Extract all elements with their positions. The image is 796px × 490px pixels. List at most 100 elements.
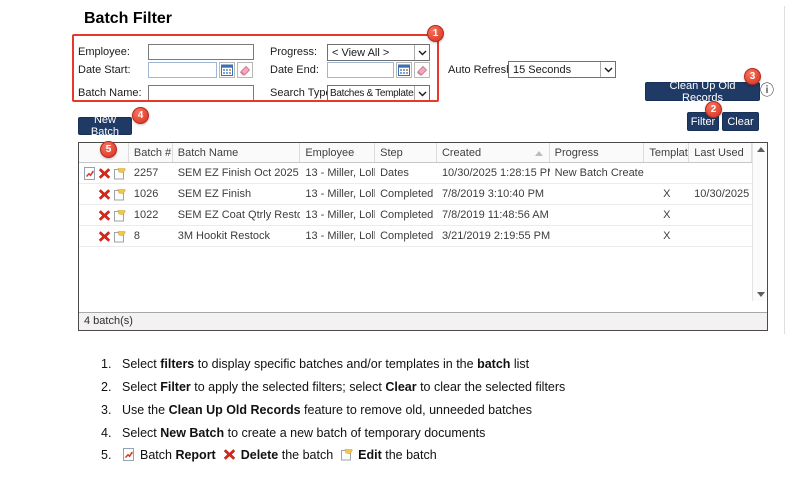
batch-table: Batch #Batch NameEmployeeStepCreatedProg… [78,142,768,331]
column-header-batch-name[interactable]: Batch Name [173,143,301,162]
instruction-plain-text: to apply the selected filters; select [191,380,386,394]
cell-actions [79,188,129,201]
table-row[interactable]: 1022SEM EZ Coat Qtrly Restock13 - Miller… [79,205,752,226]
date-start-input[interactable] [148,62,217,78]
auto-refresh-label: Auto Refresh: [448,64,515,76]
instruction-plain-text: feature to remove old, unneeded batches [301,403,532,417]
cell-batch-number: 8 [129,230,173,242]
cell-actions [79,167,129,180]
cell-step: Completed [375,188,437,200]
cell-batch-number: 1026 [129,188,173,200]
scroll-down-icon[interactable] [757,292,765,297]
chevron-down-icon[interactable] [414,45,429,60]
table-header-row: Batch #Batch NameEmployeeStepCreatedProg… [79,143,752,163]
callout-2: 2 [705,101,722,118]
date-end-input[interactable] [327,62,394,78]
instruction-item-5: 5. Batch ReportDelete the batchEdit the b… [101,448,437,462]
instruction-plain-text: list [510,357,529,371]
date-end-calendar-icon[interactable] [396,62,412,78]
instruction-plain-text: to create a new batch of temporary docum… [224,426,485,440]
chevron-down-icon[interactable] [600,62,615,77]
edit-batch-icon[interactable] [113,209,126,222]
progress-select[interactable]: < View All > [327,44,430,61]
clean-up-old-records-button[interactable]: Clean Up Old Records [645,82,760,101]
column-header-created[interactable]: Created [437,143,550,162]
instruction-plain-text: Select [122,380,160,394]
progress-selected-value: < View All > [328,47,414,59]
batch-name-input[interactable] [148,85,254,101]
instruction-bold-text: Report [175,448,215,462]
instruction-number: 1. [101,357,116,371]
instruction-item-4: 4.Select New Batch to create a new batch… [101,426,485,440]
delete-batch-icon[interactable] [98,209,111,222]
date-start-eraser-icon[interactable] [237,62,253,78]
edit-batch-icon[interactable] [113,167,126,180]
column-header-employee[interactable]: Employee [300,143,375,162]
instruction-number: 5. [101,448,116,462]
employee-label: Employee: [78,46,130,58]
instruction-item-1: 1.Select filters to display specific bat… [101,357,529,371]
instruction-number: 2. [101,380,116,394]
auto-refresh-selected-value: 15 Seconds [509,64,600,76]
instruction-bold-text: Filter [160,380,191,394]
column-header-last-used[interactable]: Last Used [689,143,752,162]
vertical-scrollbar[interactable] [752,143,767,301]
instruction-plain-text: Select [122,357,160,371]
delete-batch-icon[interactable] [98,188,111,201]
chevron-down-icon[interactable] [414,86,429,101]
search-type-selected-value: Batches & Templates [328,88,414,99]
callout-4: 4 [132,107,149,124]
clear-button[interactable]: Clear [722,112,759,131]
instruction-text: Batch ReportDelete the batchEdit the bat… [122,448,437,462]
date-end-label: Date End: [270,64,319,76]
column-header-step[interactable]: Step [375,143,437,162]
cell-last-used: 10/30/2025 [689,188,752,200]
sort-ascending-icon [535,151,543,156]
table-row[interactable]: 1026SEM EZ Finish13 - Miller, LollieComp… [79,184,752,205]
progress-label: Progress: [270,46,317,58]
column-header-batch-number[interactable]: Batch # [129,143,173,162]
info-icon[interactable]: ⓘ [760,83,774,97]
report-icon-placeholder [83,209,96,222]
cell-created: 10/30/2025 1:28:15 PM [437,167,550,179]
delete-batch-icon[interactable] [98,167,111,180]
table-row[interactable]: 83M Hookit Restock13 - Miller, LollieCom… [79,226,752,247]
cell-batch-number: 2257 [129,167,173,179]
employee-input[interactable] [148,44,254,60]
search-type-select[interactable]: Batches & Templates [327,85,430,102]
instruction-bold-text: filters [160,357,194,371]
instruction-item-3: 3.Use the Clean Up Old Records feature t… [101,403,532,417]
instruction-plain-text: to clear the selected filters [417,380,566,394]
auto-refresh-select[interactable]: 15 Seconds [508,61,616,78]
page-title: Batch Filter [84,10,172,28]
instruction-number: 3. [101,403,116,417]
report-icon [122,448,136,462]
column-header-progress[interactable]: Progress [550,143,645,162]
new-batch-button[interactable]: New Batch [78,117,132,135]
instruction-plain-text: Batch [140,448,175,462]
delete-batch-icon[interactable] [98,230,111,243]
date-start-calendar-icon[interactable] [219,62,235,78]
scroll-up-icon[interactable] [757,147,765,152]
cell-actions [79,209,129,222]
table-row[interactable]: 2257SEM EZ Finish Oct 202513 - Miller, L… [79,163,752,184]
table-body: 2257SEM EZ Finish Oct 202513 - Miller, L… [79,163,752,312]
cell-actions [79,230,129,243]
edit-icon [340,448,354,462]
date-end-eraser-icon[interactable] [414,62,430,78]
cell-employee: 13 - Miller, Lollie [300,188,375,200]
callout-1: 1 [427,25,444,42]
batch-report-icon[interactable] [83,167,96,180]
edit-batch-icon[interactable] [113,188,126,201]
cell-batch-name: SEM EZ Coat Qtrly Restock [173,209,301,221]
edit-batch-icon[interactable] [113,230,126,243]
report-icon-placeholder [83,188,96,201]
cell-created: 7/8/2019 11:48:56 AM [437,209,550,221]
instruction-item-2: 2. Select Filter to apply the selected fi… [101,380,565,394]
instruction-plain-text: Select [122,426,160,440]
cell-progress: New Batch Created [550,167,645,179]
column-header-template[interactable]: Template [644,143,689,162]
report-icon-placeholder [83,230,96,243]
cell-employee: 13 - Miller, Lollie [300,209,375,221]
window-edge-divider [784,6,785,334]
